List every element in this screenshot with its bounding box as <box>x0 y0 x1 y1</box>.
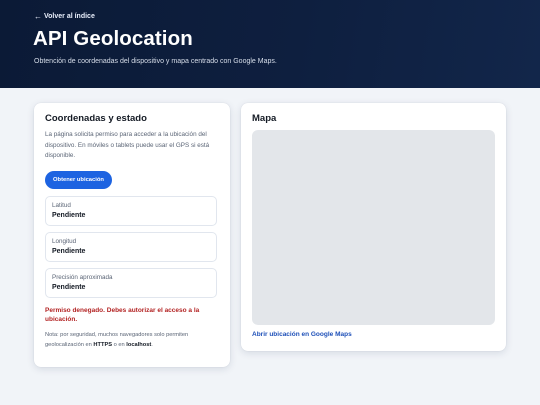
map-card-title: Mapa <box>252 113 277 124</box>
error-message: Permiso denegado. Debes autorizar el acc… <box>45 307 200 323</box>
longitude-label: Longitud <box>52 238 77 245</box>
latitude-label: Latitud <box>52 202 71 209</box>
map-placeholder[interactable] <box>252 130 495 325</box>
status-card: Coordenadas y estado La página solicita … <box>34 103 230 367</box>
accuracy-field: Precisión aproximada Pendiente <box>45 268 217 298</box>
status-card-description: La página solicita permiso para acceder … <box>45 131 210 159</box>
accuracy-label: Precisión aproximada <box>52 274 113 281</box>
open-google-maps-link[interactable]: Abrir ubicación en Google Maps <box>252 331 352 338</box>
page-header: ← Volver al índice API Geolocation Obten… <box>0 0 540 88</box>
map-card: Mapa Abrir ubicación en Google Maps <box>241 103 506 351</box>
status-card-title: Coordenadas y estado <box>45 113 147 124</box>
note-https: HTTPS <box>93 342 113 348</box>
get-location-button[interactable]: Obtener ubicación <box>45 171 112 189</box>
back-link-label: Volver al índice <box>44 13 95 20</box>
accuracy-value: Pendiente <box>52 284 86 291</box>
note-middle: o en <box>112 342 127 348</box>
arrow-left-icon: ← <box>34 12 42 21</box>
latitude-field: Latitud Pendiente <box>45 196 217 226</box>
security-note: Nota: por seguridad, muchos navegadores … <box>45 330 225 350</box>
page-subtitle: Obtención de coordenadas del dispositivo… <box>34 58 277 65</box>
longitude-value: Pendiente <box>52 248 86 255</box>
note-localhost: localhost <box>126 342 152 348</box>
page-title: API Geolocation <box>33 27 193 50</box>
note-suffix: . <box>151 342 153 348</box>
longitude-field: Longitud Pendiente <box>45 232 217 262</box>
back-link[interactable]: ← Volver al índice <box>34 12 95 21</box>
latitude-value: Pendiente <box>52 212 86 219</box>
